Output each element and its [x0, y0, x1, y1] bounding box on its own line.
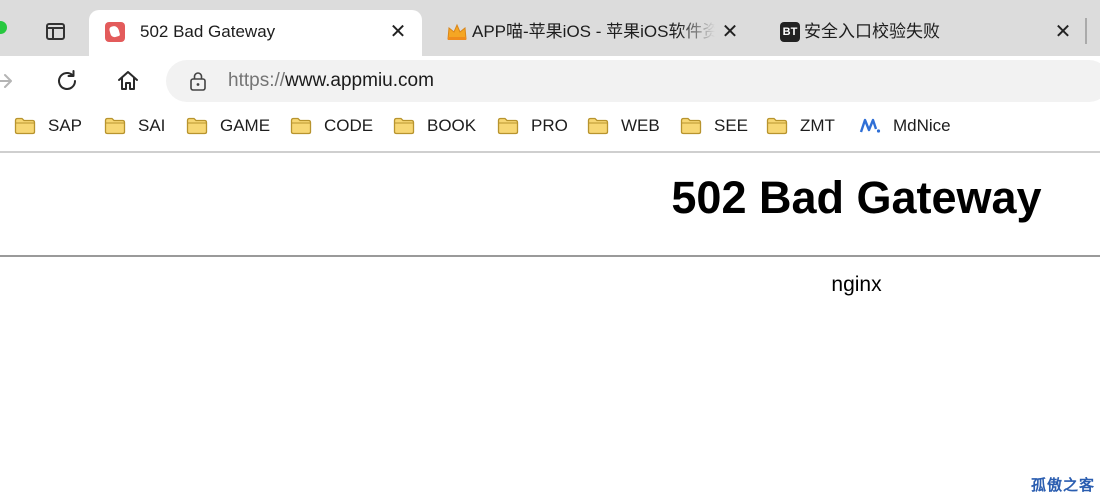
bookmark-label: SEE [714, 116, 749, 135]
navigation-toolbar: https://www.appmiu.com [0, 56, 1100, 106]
folder-icon [680, 117, 702, 135]
mdnice-icon [859, 118, 881, 133]
folder-icon [14, 117, 36, 135]
tab-actions-icon [46, 23, 65, 40]
bookmark-label: CODE [324, 116, 374, 135]
bookmark-label: SAI [138, 116, 166, 135]
bookmark-label: PRO [531, 116, 568, 135]
folder-icon [186, 117, 208, 135]
red-rabbit-icon [105, 22, 125, 42]
folder-icon [104, 117, 126, 135]
tab-appmiu[interactable]: APP喵-苹果iOS - 苹果iOS软件资源 ✕ [430, 10, 760, 56]
tab-title: 502 Bad Gateway [140, 22, 276, 41]
lock-icon[interactable] [188, 71, 208, 91]
reload-icon [58, 70, 76, 90]
page-content: 502 Bad Gateway nginx [0, 153, 1100, 500]
tab-title: APP喵-苹果iOS - 苹果iOS软件资源 [472, 22, 715, 41]
bookmark-web[interactable]: WEB [587, 114, 660, 138]
bookmark-label: BOOK [427, 116, 477, 135]
tab-divider [1085, 18, 1087, 44]
forward-arrow-icon [0, 74, 12, 88]
window-zoom-button[interactable] [0, 21, 7, 34]
orange-crown-icon [446, 22, 467, 42]
bookmark-label: SAP [48, 116, 83, 135]
bookmark-label: ZMT [800, 116, 835, 135]
tab-502-bad-gateway[interactable]: 502 Bad Gateway ✕ [89, 10, 422, 56]
reload-button[interactable] [53, 67, 81, 95]
close-tab-icon[interactable]: ✕ [1054, 22, 1072, 42]
bt-icon: BT [780, 22, 800, 42]
bookmark-mdnice[interactable]: MdNice [859, 114, 951, 138]
tab-security-check-failed[interactable]: BT 安全入口校验失败 ✕ [764, 10, 1086, 56]
server-name: nginx [831, 273, 882, 296]
horizontal-rule [0, 255, 1100, 257]
bookmarks-bar: SAP SAI GAME CODE BOOK PRO WEB SEE ZMT MdNice [0, 106, 1100, 146]
tab-actions-button[interactable] [44, 20, 68, 44]
url-scheme: https:// [228, 70, 286, 91]
bookmark-zmt[interactable]: ZMT [766, 114, 835, 138]
folder-icon [766, 117, 788, 135]
tab-title: 安全入口校验失败 [804, 22, 940, 41]
url-host: www.appmiu.com [285, 70, 434, 91]
bookmark-pro[interactable]: PRO [497, 114, 568, 138]
folder-icon [290, 117, 312, 135]
home-icon [118, 71, 138, 90]
folder-icon [497, 117, 519, 135]
tab-bar: 502 Bad Gateway ✕ APP喵-苹果iOS - 苹果iOS软件资源… [0, 0, 1100, 56]
bookmark-game[interactable]: GAME [186, 114, 270, 138]
address-bar[interactable]: https://www.appmiu.com [166, 60, 1100, 102]
home-button[interactable] [114, 67, 142, 95]
folder-icon [393, 117, 415, 135]
bookmark-label: GAME [220, 116, 271, 135]
watermark-text: 孤傲之客 [1031, 477, 1096, 494]
bookmark-sai[interactable]: SAI [104, 114, 165, 138]
bookmark-label: MdNice [893, 116, 951, 135]
bookmark-sap[interactable]: SAP [14, 114, 82, 138]
url-text[interactable]: https://www.appmiu.com [228, 70, 434, 92]
bookmark-see[interactable]: SEE [680, 114, 748, 138]
close-tab-icon[interactable]: ✕ [721, 22, 739, 42]
forward-button[interactable] [0, 67, 18, 95]
bookmark-label: WEB [621, 116, 660, 135]
folder-icon [587, 117, 609, 135]
bookmark-code[interactable]: CODE [290, 114, 373, 138]
close-tab-icon[interactable]: ✕ [389, 22, 407, 42]
bookmark-book[interactable]: BOOK [393, 114, 476, 138]
error-heading: 502 Bad Gateway [671, 172, 1042, 223]
